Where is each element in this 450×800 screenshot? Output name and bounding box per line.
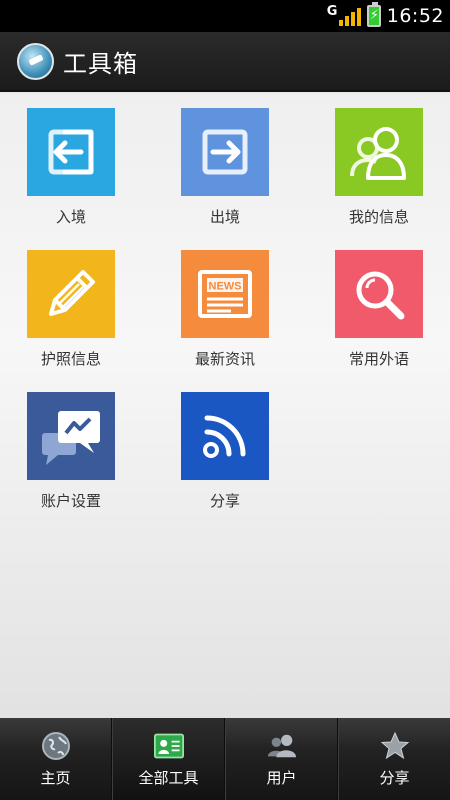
tool-tile-my-info-bg[interactable]: [335, 108, 423, 196]
tool-label: 账户设置: [40, 492, 101, 510]
tool-tile-news[interactable]: NEWS 最新资讯: [181, 250, 269, 369]
tool-label: 最新资讯: [194, 350, 255, 368]
nav-item-home[interactable]: 主页: [0, 718, 112, 800]
bottom-nav: 主页 全部工具 用户 分享: [0, 718, 450, 800]
nav-label: 主页: [40, 768, 71, 787]
tool-tile-passport[interactable]: 护照信息: [27, 250, 115, 369]
tool-label: 我的信息: [348, 208, 409, 226]
tool-label: 分享: [209, 492, 240, 510]
tool-tile-account[interactable]: 账户设置: [27, 392, 115, 511]
tool-tile-entry-bg[interactable]: [27, 108, 115, 196]
nav-label: 分享: [379, 768, 410, 787]
tool-label: 护照信息: [40, 350, 101, 368]
tool-tile-share-bg[interactable]: [181, 392, 269, 480]
globe-plane-icon[interactable]: [17, 42, 54, 80]
svg-text:NEWS: NEWS: [209, 281, 242, 293]
tool-tile-account-bg[interactable]: [27, 392, 115, 480]
tool-tile-phrases-bg[interactable]: [335, 250, 423, 338]
app-header: 工具箱: [0, 32, 450, 92]
nav-item-user[interactable]: 用户: [225, 718, 338, 800]
tool-tile-news-bg[interactable]: NEWS: [181, 250, 269, 338]
status-bar: G ⚡ 16:52: [0, 0, 450, 32]
tool-label: 出境: [209, 208, 240, 226]
battery-icon: ⚡: [366, 2, 381, 27]
page-title: 工具箱: [63, 49, 138, 78]
signal-icon: G: [327, 4, 361, 26]
globe-icon: [41, 731, 71, 761]
signal-type-label: G: [326, 4, 338, 19]
exit-arrow-icon: [202, 129, 248, 175]
tool-tile-phrases[interactable]: 常用外语: [335, 250, 423, 369]
magnifier-icon: [356, 271, 405, 320]
tool-tile-share[interactable]: 分享: [181, 392, 269, 511]
tool-tile-entry[interactable]: 入境: [27, 108, 115, 227]
nav-label: 用户: [266, 768, 297, 787]
id-card-icon: [153, 731, 184, 761]
tool-tile-my-info[interactable]: 我的信息: [335, 108, 423, 227]
tool-tile-exit[interactable]: 出境: [181, 108, 269, 227]
chat-bubbles-icon: [42, 411, 100, 465]
nav-item-all-tools[interactable]: 全部工具: [112, 718, 225, 800]
users-icon: [267, 731, 297, 761]
rss-icon: [203, 415, 246, 458]
tool-grid: 入境 出境 我的信息 护照信息 NEWS 最新资讯 常用外语 账户设置 分享: [0, 94, 450, 718]
tool-label: 常用外语: [348, 350, 409, 368]
nav-item-share[interactable]: 分享: [338, 718, 450, 800]
tool-tile-passport-bg[interactable]: [27, 250, 115, 338]
tool-tile-exit-bg[interactable]: [181, 108, 269, 196]
star-icon: [380, 731, 410, 761]
status-time: 16:52: [386, 5, 444, 27]
users-icon: [350, 127, 406, 180]
nav-label: 全部工具: [138, 768, 199, 787]
pencil-icon: [49, 270, 95, 316]
enter-arrow-icon: [48, 129, 94, 175]
news-icon: NEWS: [198, 270, 252, 318]
tool-label: 入境: [55, 208, 86, 226]
